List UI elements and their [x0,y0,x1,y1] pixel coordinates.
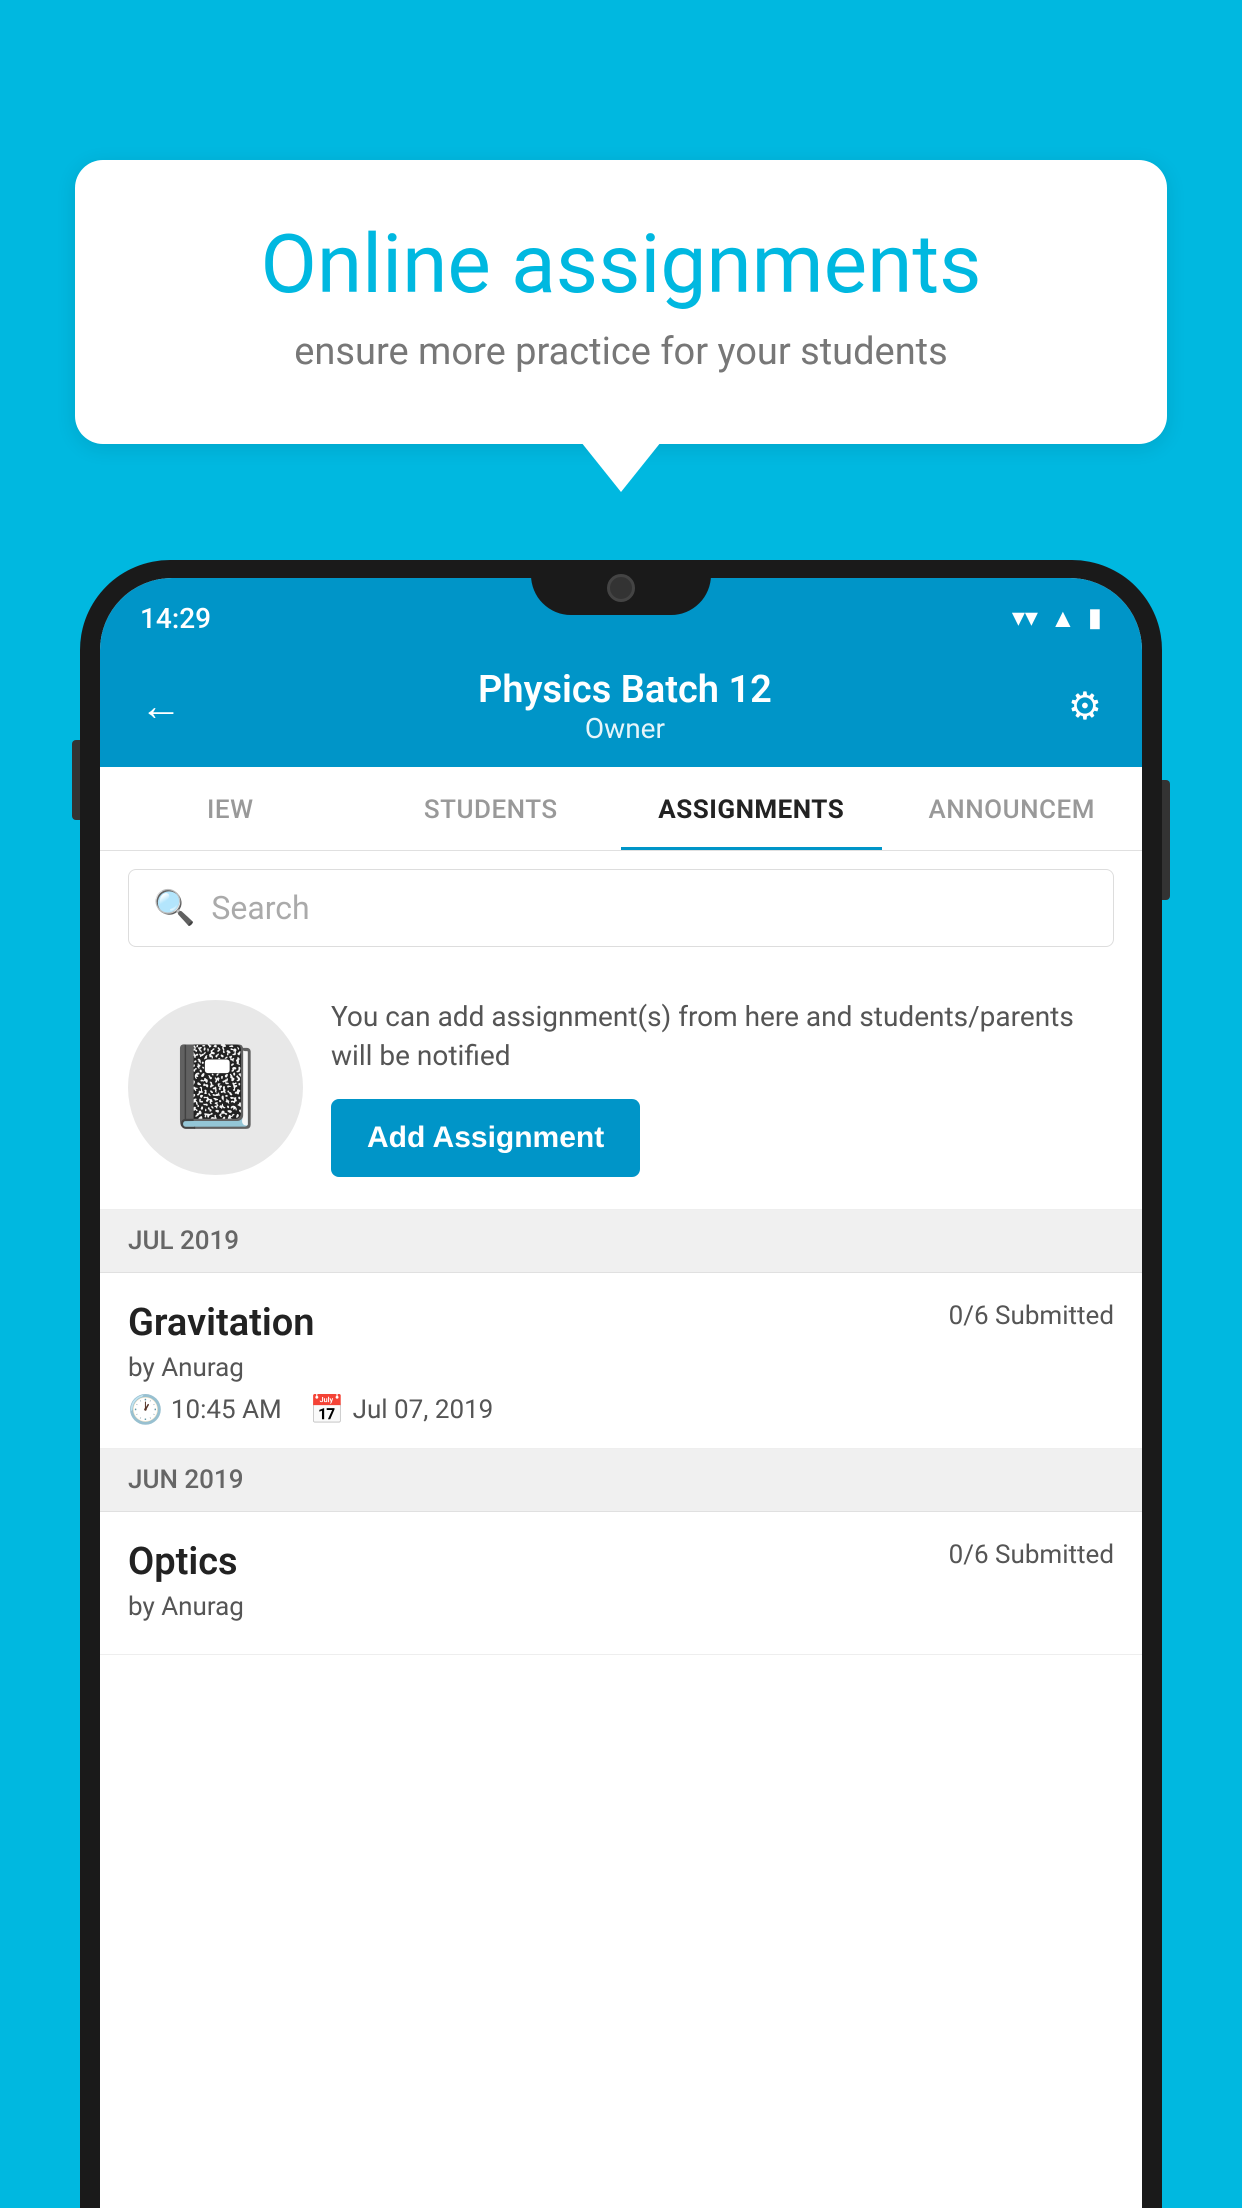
phone-screen: 14:29 ▾▾ ▲ ▮ ← Physics Batch 12 Owner ⚙ … [100,578,1142,2208]
search-icon: 🔍 [153,888,195,928]
assignment-date: 📅 Jul 07, 2019 [310,1393,494,1426]
phone-notch [531,560,711,615]
bubble-title: Online assignments [145,220,1097,310]
calendar-icon: 📅 [310,1393,345,1426]
assignment-title-gravitation: Gravitation [128,1301,315,1345]
back-button[interactable]: ← [140,682,182,731]
add-assignment-button[interactable]: Add Assignment [331,1099,640,1177]
tab-iew[interactable]: IEW [100,767,361,850]
phone-mockup: 14:29 ▾▾ ▲ ▮ ← Physics Batch 12 Owner ⚙ … [80,560,1162,2208]
search-input[interactable]: Search [211,889,309,927]
tab-assignments[interactable]: ASSIGNMENTS [621,767,882,850]
assignment-time-value: 10:45 AM [171,1395,282,1425]
promo-text: You can add assignment(s) from here and … [331,997,1114,1075]
assignment-author-gravitation: by Anurag [128,1353,1114,1383]
bubble-subtitle: ensure more practice for your students [145,330,1097,374]
header-title: Physics Batch 12 [478,668,772,712]
speech-bubble: Online assignments ensure more practice … [75,160,1167,444]
clock-icon: 🕐 [128,1393,163,1426]
assignment-time: 🕐 10:45 AM [128,1393,282,1426]
tab-announcements[interactable]: ANNOUNCEM [882,767,1143,850]
speech-bubble-container: Online assignments ensure more practice … [75,160,1167,444]
status-time: 14:29 [140,602,211,635]
assignment-author-optics: by Anurag [128,1592,1114,1622]
power-button [1162,780,1170,900]
assignment-item-gravitation[interactable]: Gravitation 0/6 Submitted by Anurag 🕐 10… [100,1273,1142,1449]
front-camera [607,574,635,602]
battery-icon: ▮ [1088,603,1102,633]
header-title-group: Physics Batch 12 Owner [478,668,772,745]
section-header-jun: JUN 2019 [100,1449,1142,1512]
assignment-date-value: Jul 07, 2019 [353,1395,494,1425]
wifi-icon: ▾▾ [1012,603,1038,633]
assignment-top-optics: Optics 0/6 Submitted [128,1540,1114,1584]
volume-button [72,740,80,820]
tabs-container: IEW STUDENTS ASSIGNMENTS ANNOUNCEM [100,767,1142,851]
promo-content: You can add assignment(s) from here and … [331,997,1114,1177]
settings-icon[interactable]: ⚙ [1068,684,1102,729]
status-icons: ▾▾ ▲ ▮ [1012,603,1102,634]
section-label-jun: JUN 2019 [128,1465,243,1495]
assignment-meta-gravitation: 🕐 10:45 AM 📅 Jul 07, 2019 [128,1393,1114,1426]
promo-icon-circle: 📓 [128,1000,303,1175]
promo-card: 📓 You can add assignment(s) from here an… [100,965,1142,1210]
notebook-icon: 📓 [166,1040,266,1134]
tab-students[interactable]: STUDENTS [361,767,622,850]
section-label-jul: JUL 2019 [128,1226,239,1256]
app-header: ← Physics Batch 12 Owner ⚙ [100,648,1142,767]
signal-icon: ▲ [1050,603,1076,634]
section-header-jul: JUL 2019 [100,1210,1142,1273]
assignment-title-optics: Optics [128,1540,238,1584]
assignment-item-optics[interactable]: Optics 0/6 Submitted by Anurag [100,1512,1142,1655]
assignment-submitted-gravitation: 0/6 Submitted [949,1301,1114,1331]
header-subtitle: Owner [478,712,772,745]
search-container: 🔍 Search [100,851,1142,965]
search-bar[interactable]: 🔍 Search [128,869,1114,947]
assignment-submitted-optics: 0/6 Submitted [949,1540,1114,1570]
assignment-top: Gravitation 0/6 Submitted [128,1301,1114,1345]
